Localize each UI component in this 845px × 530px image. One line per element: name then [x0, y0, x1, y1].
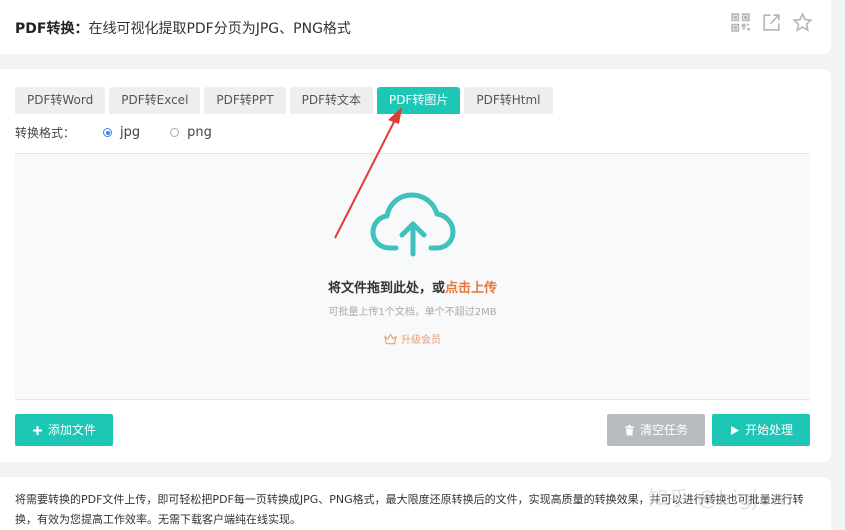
page-title-bold: PDF转换： [15, 21, 89, 37]
clear-tasks-label: 清空任务 [639, 423, 688, 437]
page-title: PDF转换：在线可视化提取PDF分页为JPG、PNG格式 [15, 18, 351, 38]
clear-tasks-button[interactable]: 清空任务 [607, 414, 705, 446]
start-processing-button[interactable]: 开始处理 [712, 414, 810, 446]
radio-dot-icon [170, 128, 180, 137]
add-file-button[interactable]: 添加文件 [15, 414, 113, 446]
header-bar: PDF转换：在线可视化提取PDF分页为JPG、PNG格式 [0, 0, 831, 54]
start-processing-label: 开始处理 [744, 423, 793, 437]
header-actions [730, 12, 813, 33]
upgrade-member-text: 升级会员 [401, 335, 441, 346]
upload-limit-text: 可批量上传1个文档，单个不超过2MB [328, 307, 497, 318]
cloud-upload-icon [370, 192, 456, 257]
tab-pdf-to-image[interactable]: PDF转图片 [376, 87, 461, 114]
qrcode-icon[interactable] [730, 12, 751, 33]
tab-pdf-to-excel[interactable]: PDF转Excel [109, 87, 201, 114]
format-radio-jpg[interactable]: jpg [103, 125, 140, 140]
format-option-label: jpg [120, 125, 141, 140]
format-radio-png[interactable]: png [170, 125, 212, 140]
star-icon[interactable] [792, 12, 813, 33]
page-title-desc: 在线可视化提取PDF分页为JPG、PNG格式 [88, 21, 351, 37]
format-label: 转换格式： [15, 126, 76, 140]
crown-icon [384, 333, 397, 344]
dropzone-main-text: 将文件拖到此处，或 [327, 281, 445, 296]
radio-dot-icon [103, 128, 113, 137]
play-icon [730, 425, 739, 435]
format-option-label: png [187, 125, 212, 140]
add-file-label: 添加文件 [47, 423, 96, 437]
click-upload-link[interactable]: 点击上传 [445, 281, 497, 296]
zhihu-watermark: 知乎 @bigjon [648, 486, 786, 510]
converter-tabs: PDF转Word PDF转Excel PDF转PPT PDF转文本 PDF转图片… [15, 87, 553, 114]
tab-pdf-to-html[interactable]: PDF转Html [464, 87, 553, 114]
format-selector: 转换格式： jpg png [15, 124, 242, 141]
upload-dropzone[interactable]: 将文件拖到此处，或点击上传 可批量上传1个文档，单个不超过2MB 升级会员 [15, 153, 810, 400]
upgrade-member-link[interactable]: 升级会员 [15, 331, 810, 346]
tab-pdf-to-ppt[interactable]: PDF转PPT [204, 87, 286, 114]
share-icon[interactable] [761, 12, 782, 33]
converter-panel: PDF转Word PDF转Excel PDF转PPT PDF转文本 PDF转图片… [0, 69, 831, 462]
dropzone-instruction: 将文件拖到此处，或点击上传 [15, 277, 810, 296]
plus-icon [32, 425, 42, 435]
tab-pdf-to-text[interactable]: PDF转文本 [289, 87, 373, 114]
trash-icon [624, 424, 634, 435]
tab-pdf-to-word[interactable]: PDF转Word [15, 87, 106, 114]
